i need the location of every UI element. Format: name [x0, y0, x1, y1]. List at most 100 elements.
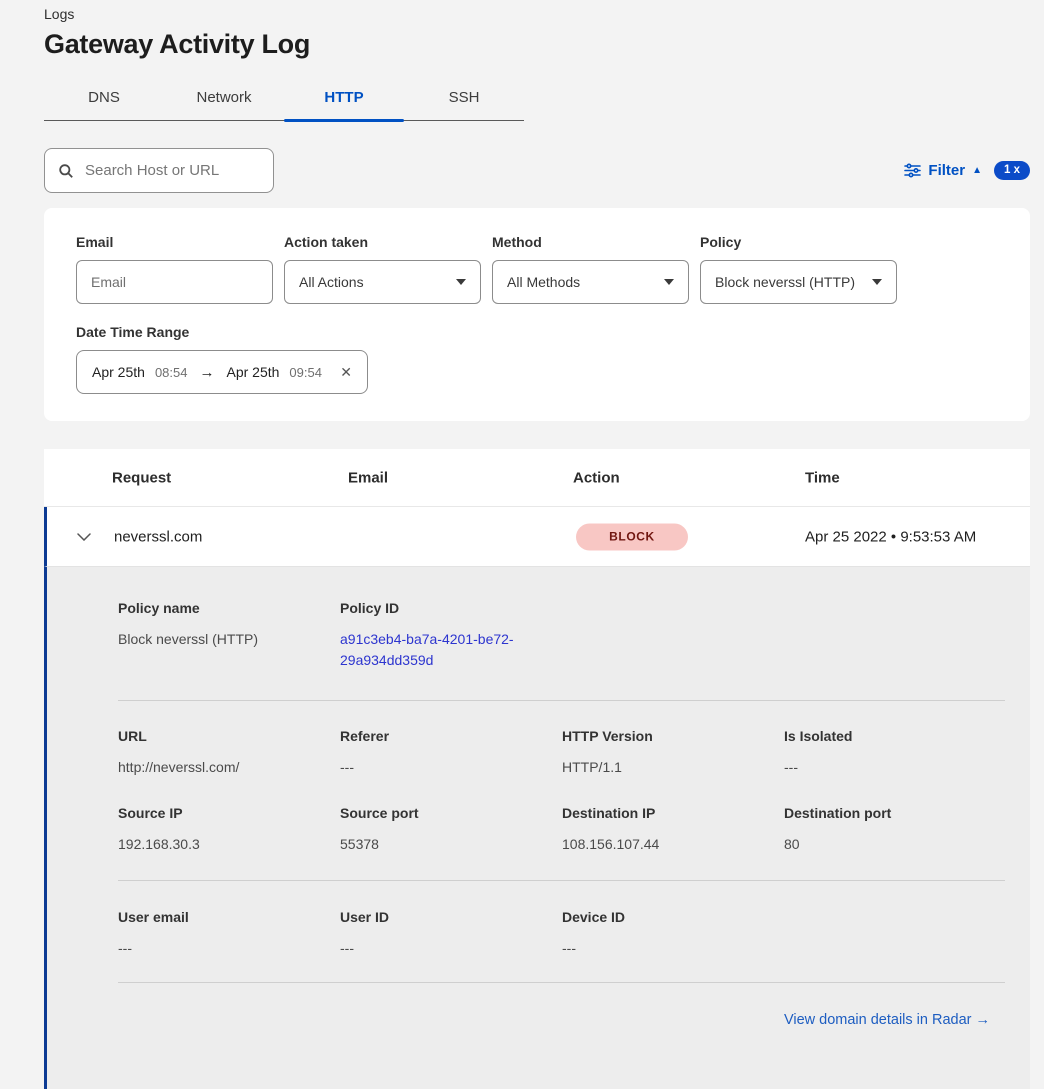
- expanded-row-details: Policy name Block neverssl (HTTP) Policy…: [44, 567, 1030, 1089]
- filter-toggle-button[interactable]: Filter ▲ 1 x: [904, 161, 1030, 180]
- tab-http[interactable]: HTTP: [284, 77, 404, 120]
- table-row[interactable]: neverssl.com BLOCK Apr 25 2022 • 9:53:53…: [44, 507, 1030, 567]
- http-detail-group-row1: URL http://neverssl.com/ Referer --- HTT…: [47, 701, 1030, 805]
- detail-label: Policy ID: [340, 600, 562, 616]
- detail-cell-referer: Referer ---: [340, 728, 562, 777]
- detail-cell-source-ip: Source IP 192.168.30.3: [118, 805, 340, 854]
- detail-label: Destination IP: [562, 805, 784, 821]
- detail-value: 80: [784, 834, 986, 854]
- email-filter-field: Email: [76, 234, 273, 304]
- action-taken-field: Action taken All Actions: [284, 234, 481, 304]
- filter-fields-row: Email Action taken All Actions Method Al…: [76, 234, 998, 304]
- detail-cell-policy-id: Policy ID a91c3eb4-ba7a-4201-be72-29a934…: [340, 600, 562, 671]
- detail-value: 55378: [340, 834, 562, 854]
- start-date: Apr 25th: [92, 364, 145, 380]
- column-header-time: Time: [805, 469, 840, 486]
- activity-log-table: Request Email Action Time neverssl.com B…: [44, 449, 1030, 1089]
- detail-label: Is Isolated: [784, 728, 986, 744]
- policy-field: Policy Block neverssl (HTTP): [700, 234, 897, 304]
- detail-value: Block neverssl (HTTP): [118, 629, 340, 649]
- search-input[interactable]: [83, 161, 260, 180]
- arrow-right-icon: →: [976, 1012, 991, 1028]
- detail-cell-destination-port: Destination port 80: [784, 805, 986, 854]
- detail-value: HTTP/1.1: [562, 757, 784, 777]
- block-status-badge: BLOCK: [576, 523, 688, 550]
- detail-cell-destination-ip: Destination IP 108.156.107.44: [562, 805, 784, 854]
- detail-value: ---: [562, 938, 784, 958]
- toolbar: Filter ▲ 1 x: [44, 148, 1030, 193]
- http-detail-group-row2: Source IP 192.168.30.3 Source port 55378…: [47, 805, 1030, 880]
- table-header-row: Request Email Action Time: [44, 449, 1030, 507]
- policy-value: Block neverssl (HTTP): [715, 274, 855, 290]
- detail-label: Referer: [340, 728, 562, 744]
- detail-label: User ID: [340, 909, 562, 925]
- detail-value: 108.156.107.44: [562, 834, 784, 854]
- detail-label: Source port: [340, 805, 562, 821]
- radar-link-label: View domain details in Radar: [784, 1012, 972, 1028]
- row-time-value: Apr 25 2022 • 9:53:53 AM: [805, 528, 976, 545]
- detail-value: 192.168.30.3: [118, 834, 340, 854]
- method-select[interactable]: All Methods: [492, 260, 689, 304]
- method-field: Method All Methods: [492, 234, 689, 304]
- detail-value: ---: [784, 757, 986, 777]
- collapse-arrow-icon: ▲: [972, 166, 982, 176]
- user-detail-group: User email --- User ID --- Device ID ---: [47, 881, 1030, 982]
- detail-cell-policy-name: Policy name Block neverssl (HTTP): [118, 600, 340, 671]
- detail-label: Destination port: [784, 805, 986, 821]
- detail-value: ---: [118, 938, 340, 958]
- action-taken-value: All Actions: [299, 274, 364, 290]
- detail-cell-source-port: Source port 55378: [340, 805, 562, 854]
- search-box[interactable]: [44, 148, 274, 193]
- column-header-email: Email: [348, 469, 388, 486]
- date-range-picker[interactable]: Apr 25th 08:54 → Apr 25th 09:54 ✕: [76, 350, 368, 394]
- detail-cell-http-version: HTTP Version HTTP/1.1: [562, 728, 784, 777]
- policy-id-link[interactable]: a91c3eb4-ba7a-4201-be72-29a934dd359d: [340, 629, 528, 671]
- detail-cell-is-isolated: Is Isolated ---: [784, 728, 986, 777]
- detail-cell-user-email: User email ---: [118, 909, 340, 958]
- column-header-action: Action: [573, 469, 620, 486]
- radar-link[interactable]: View domain details in Radar →: [784, 1012, 990, 1028]
- detail-label: Policy name: [118, 600, 340, 616]
- email-filter-input[interactable]: [76, 260, 273, 304]
- caret-down-icon: [456, 279, 466, 285]
- detail-label: HTTP Version: [562, 728, 784, 744]
- tab-ssh[interactable]: SSH: [404, 77, 524, 120]
- detail-cell-user-id: User ID ---: [340, 909, 562, 958]
- date-time-range-field: Date Time Range Apr 25th 08:54 → Apr 25t…: [76, 324, 998, 394]
- chevron-down-icon[interactable]: [77, 533, 91, 541]
- detail-label: URL: [118, 728, 340, 744]
- detail-cell-device-id: Device ID ---: [562, 909, 784, 958]
- detail-label: Device ID: [562, 909, 784, 925]
- arrow-right-icon: →: [199, 364, 214, 381]
- filter-sliders-icon: [904, 163, 921, 178]
- clear-date-range-icon[interactable]: ✕: [340, 364, 352, 381]
- detail-value: ---: [340, 757, 562, 777]
- tab-dns[interactable]: DNS: [44, 77, 164, 120]
- detail-label: Source IP: [118, 805, 340, 821]
- date-time-range-label: Date Time Range: [76, 324, 998, 340]
- detail-value: http://neverssl.com/: [118, 757, 340, 777]
- row-request-value: neverssl.com: [114, 528, 202, 545]
- end-date: Apr 25th: [226, 364, 279, 380]
- end-time: 09:54: [289, 365, 322, 380]
- tab-network[interactable]: Network: [164, 77, 284, 120]
- radar-link-row: View domain details in Radar →: [47, 983, 1030, 1029]
- detail-value: ---: [340, 938, 562, 958]
- policy-detail-group: Policy name Block neverssl (HTTP) Policy…: [47, 600, 1030, 700]
- caret-down-icon: [872, 279, 882, 285]
- detail-label: User email: [118, 909, 340, 925]
- detail-cell-url: URL http://neverssl.com/: [118, 728, 340, 777]
- filter-button-label: Filter: [928, 162, 965, 179]
- method-label: Method: [492, 234, 689, 250]
- action-taken-label: Action taken: [284, 234, 481, 250]
- method-value: All Methods: [507, 274, 580, 290]
- page-content: Logs Gateway Activity Log DNS Network HT…: [0, 0, 1044, 1089]
- action-taken-select[interactable]: All Actions: [284, 260, 481, 304]
- breadcrumb: Logs: [44, 6, 1030, 22]
- tab-bar: DNS Network HTTP SSH: [44, 77, 524, 121]
- caret-down-icon: [664, 279, 674, 285]
- filter-count-badge[interactable]: 1 x: [994, 161, 1030, 180]
- filter-panel: Email Action taken All Actions Method Al…: [44, 208, 1030, 421]
- policy-label: Policy: [700, 234, 897, 250]
- policy-select[interactable]: Block neverssl (HTTP): [700, 260, 897, 304]
